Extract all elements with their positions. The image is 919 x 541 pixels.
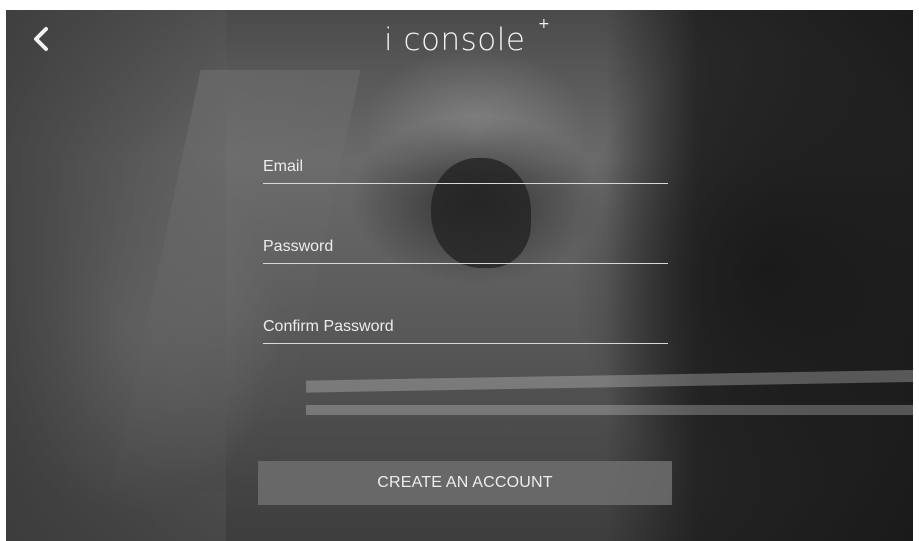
background-treadmill-rail-lower — [306, 405, 913, 415]
back-button[interactable] — [26, 24, 56, 54]
chevron-left-icon — [34, 27, 48, 51]
confirm-password-placeholder: Confirm Password — [263, 318, 394, 335]
create-account-screen: i console + Email Password Confirm Passw… — [6, 10, 913, 541]
email-placeholder: Email — [263, 158, 304, 175]
confirm-password-field[interactable]: Confirm Password — [263, 307, 668, 344]
create-account-button[interactable]: CREATE AN ACCOUNT — [258, 461, 672, 505]
logo-plus: + — [538, 16, 551, 32]
email-field[interactable]: Email — [263, 147, 668, 184]
logo-text: i console — [384, 22, 526, 58]
password-field[interactable]: Password — [263, 227, 668, 264]
app-logo: i console + — [384, 16, 554, 64]
password-placeholder: Password — [263, 238, 334, 255]
background-treadmill-rail — [305, 369, 913, 393]
background-photo-left — [6, 10, 226, 541]
background-treadmill-console — [111, 70, 361, 490]
